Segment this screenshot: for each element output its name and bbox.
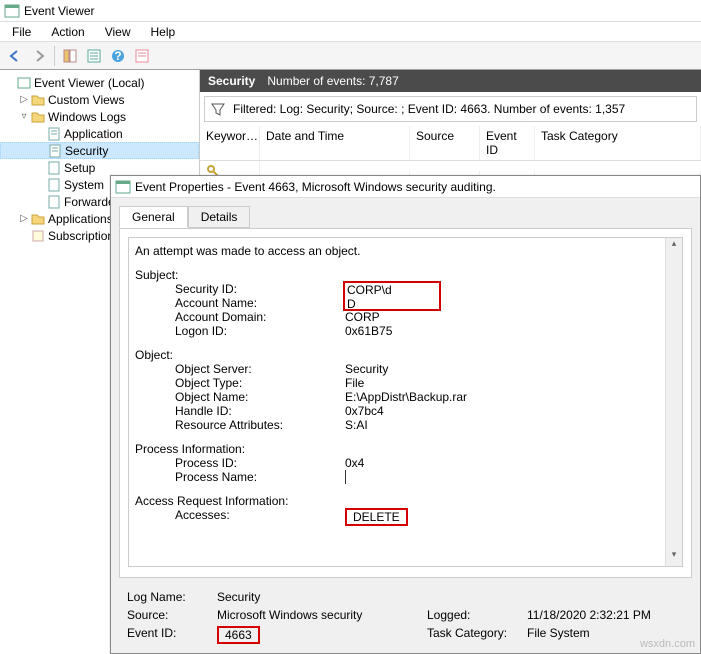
menu-bar: File Action View Help — [0, 22, 701, 42]
source-value: Microsoft Windows security — [217, 608, 427, 622]
event-count: 7,787 — [369, 74, 399, 88]
col-taskcat[interactable]: Task Category — [535, 126, 701, 160]
toolbar: ? — [0, 42, 701, 70]
menu-action[interactable]: Action — [41, 23, 94, 41]
tree-windows-logs[interactable]: ▿Windows Logs — [0, 108, 199, 125]
app-icon — [4, 3, 20, 19]
access-section: Access Request Information: Accesses:DEL… — [135, 494, 676, 526]
show-hide-button[interactable] — [59, 45, 81, 67]
grid-header: Keywor… Date and Time Source Event ID Ta… — [200, 126, 701, 161]
tree-security[interactable]: Security — [0, 142, 199, 159]
tab-general[interactable]: General — [119, 206, 188, 228]
log-header: Security Number of events: 7,787 — [200, 70, 701, 92]
filter-text: Filtered: Log: Security; Source: ; Event… — [233, 102, 625, 116]
security-id-value: CORP\d — [347, 283, 437, 297]
account-domain-value: CORP — [345, 310, 676, 324]
window-title: Event Viewer — [24, 4, 94, 18]
find-button[interactable] — [131, 45, 153, 67]
event-properties-dialog: Event Properties - Event 4663, Microsoft… — [110, 175, 701, 654]
filter-icon — [211, 102, 225, 116]
object-section: Object: Object Server:Security Object Ty… — [135, 348, 676, 432]
toolbar-separator — [54, 46, 55, 66]
tab-general-body: An attempt was made to access an object.… — [119, 228, 692, 578]
log-name: Security — [208, 74, 255, 88]
subject-section: Subject: Security ID: Account Name: CORP… — [135, 268, 676, 338]
back-button[interactable] — [4, 45, 26, 67]
detail-scrollbar[interactable]: ▴ ▾ — [665, 238, 682, 566]
dialog-tabs: General Details — [111, 198, 700, 228]
tree-custom-views[interactable]: ▷Custom Views — [0, 91, 199, 108]
process-section: Process Information: Process ID:0x4 Proc… — [135, 442, 676, 484]
help-button[interactable]: ? — [107, 45, 129, 67]
detail-intro: An attempt was made to access an object. — [135, 244, 676, 258]
forward-button[interactable] — [28, 45, 50, 67]
logon-id-value: 0x61B75 — [345, 324, 676, 338]
highlight-accesses: DELETE — [345, 508, 408, 526]
logname-value: Security — [217, 590, 684, 604]
highlight-securityid: CORP\d D — [343, 281, 441, 311]
dialog-titlebar: Event Properties - Event 4663, Microsoft… — [111, 176, 700, 198]
scroll-up[interactable]: ▴ — [666, 238, 682, 255]
menu-file[interactable]: File — [2, 23, 41, 41]
dialog-footer: Log Name: Security Source: Microsoft Win… — [111, 586, 700, 648]
menu-help[interactable]: Help — [141, 23, 186, 41]
dialog-icon — [115, 179, 131, 195]
highlight-eventid: 4663 — [217, 626, 260, 644]
event-detail: An attempt was made to access an object.… — [128, 237, 683, 567]
account-name-value: D — [347, 297, 437, 311]
properties-button[interactable] — [83, 45, 105, 67]
scroll-down[interactable]: ▾ — [666, 549, 682, 566]
object-name-value: E:\AppDistr\Backup.rar — [345, 390, 676, 404]
logged-value: 11/18/2020 2:32:21 PM — [527, 608, 684, 622]
watermark: wsxdn.com — [640, 638, 695, 650]
col-eventid[interactable]: Event ID — [480, 126, 535, 160]
col-datetime[interactable]: Date and Time — [260, 126, 410, 160]
col-keywords[interactable]: Keywor… — [200, 126, 260, 160]
tab-details[interactable]: Details — [188, 206, 251, 228]
tree-setup[interactable]: Setup — [0, 159, 199, 176]
svg-text:?: ? — [114, 49, 121, 63]
dialog-title: Event Properties - Event 4663, Microsoft… — [135, 180, 496, 194]
filter-bar: Filtered: Log: Security; Source: ; Event… — [204, 96, 697, 122]
tree-root[interactable]: Event Viewer (Local) — [0, 74, 199, 91]
col-source[interactable]: Source — [410, 126, 480, 160]
menu-view[interactable]: View — [95, 23, 141, 41]
title-bar: Event Viewer — [0, 0, 701, 22]
tree-application[interactable]: Application — [0, 125, 199, 142]
